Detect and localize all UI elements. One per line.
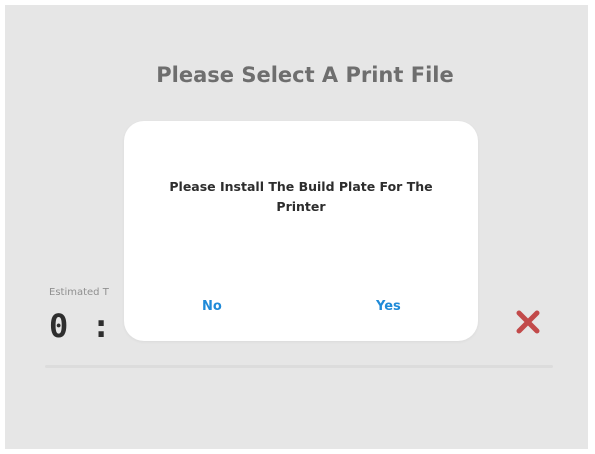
close-icon — [516, 310, 540, 334]
confirm-dialog: Please Install The Build Plate For The P… — [124, 121, 478, 341]
yes-button[interactable]: Yes — [376, 299, 401, 314]
cancel-print-button[interactable] — [513, 307, 543, 337]
progress-bar — [45, 365, 553, 368]
estimated-time-label: Estimated T — [49, 287, 109, 298]
dialog-message: Please Install The Build Plate For The P… — [169, 179, 433, 214]
no-button[interactable]: No — [202, 299, 222, 314]
page-title: Please Select A Print File — [156, 63, 454, 87]
